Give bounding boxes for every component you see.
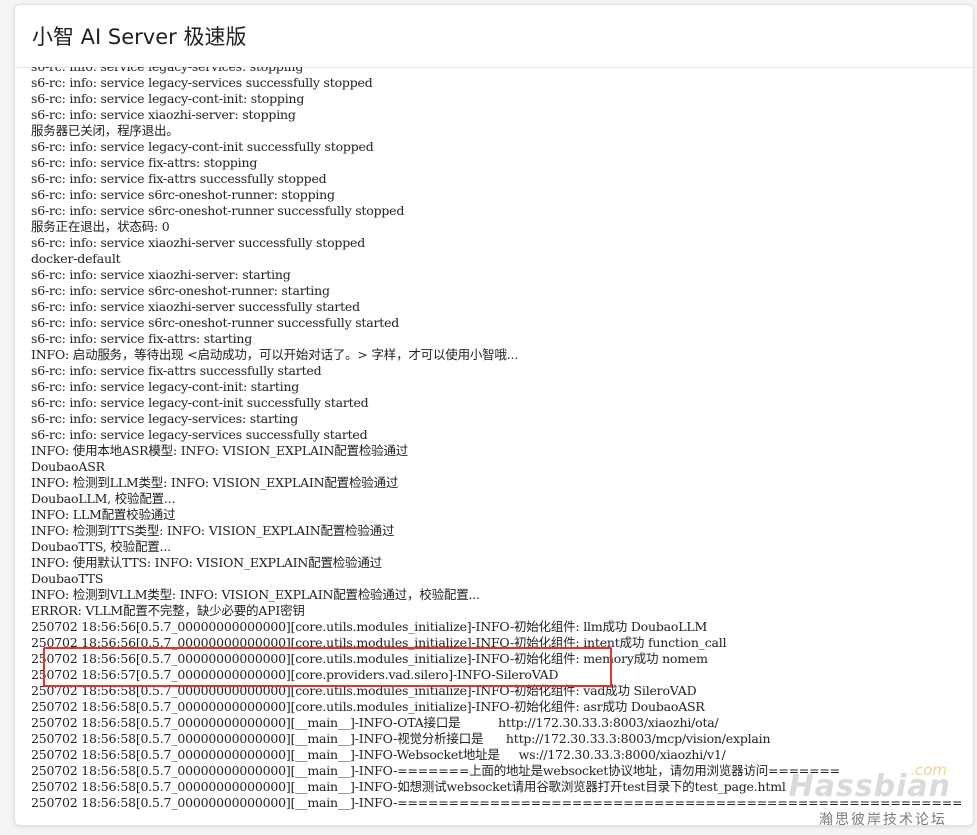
log-line: DoubaoLLM, 校验配置... — [31, 491, 176, 506]
log-line: s6-rc: info: service legacy-services: st… — [31, 67, 961, 75]
log-line: s6-rc: info: service xiaozhi-server succ… — [31, 235, 366, 250]
log-line: 250702 18:56:56[0.5.7_00000000000000][co… — [31, 619, 708, 634]
log-line: s6-rc: info: service legacy-services: st… — [31, 411, 299, 426]
card-header: 小智 AI Server 极速版 — [15, 5, 973, 68]
log-line: docker-default — [31, 251, 121, 266]
log-line: 250702 18:56:58[0.5.7_00000000000000][__… — [31, 715, 719, 730]
log-lines: s6-rc: info: service legacy-services: st… — [31, 67, 961, 811]
log-line: s6-rc: info: service legacy-cont-init su… — [31, 395, 369, 410]
log-line: s6-rc: info: service s6rc-oneshot-runner… — [31, 283, 330, 298]
log-line: 服务正在退出，状态码: 0 — [31, 219, 170, 234]
log-line: s6-rc: info: service s6rc-oneshot-runner… — [31, 203, 405, 218]
site-watermark: Hassbian .com 瀚思彼岸技术论坛 — [781, 761, 951, 826]
log-line: 250702 18:56:58[0.5.7_00000000000000][co… — [31, 699, 705, 714]
log-line: s6-rc: info: service fix-attrs successfu… — [31, 171, 327, 186]
log-line: s6-rc: info: service fix-attrs successfu… — [31, 363, 322, 378]
log-line: s6-rc: info: service legacy-cont-init su… — [31, 139, 374, 154]
log-line: 250702 18:56:56[0.5.7_00000000000000][co… — [31, 635, 727, 650]
log-line: s6-rc: info: service legacy-services suc… — [31, 75, 373, 90]
log-line: s6-rc: info: service fix-attrs: starting — [31, 331, 253, 346]
log-line: INFO: 使用默认TTS: INFO: VISION_EXPLAIN配置检验通… — [31, 555, 382, 570]
log-line: 服务器已关闭，程序退出。 — [31, 123, 179, 138]
log-line: INFO: 检测到LLM类型: INFO: VISION_EXPLAIN配置检验… — [31, 475, 399, 490]
log-line: s6-rc: info: service legacy-cont-init: s… — [31, 91, 305, 106]
log-line: DoubaoASR — [31, 459, 105, 474]
log-line: s6-rc: info: service legacy-services suc… — [31, 427, 368, 442]
watermark-subtitle: 瀚思彼岸技术论坛 — [819, 812, 947, 826]
log-line: INFO: 使用本地ASR模型: INFO: VISION_EXPLAIN配置检… — [31, 443, 409, 458]
log-line: s6-rc: info: service s6rc-oneshot-runner… — [31, 315, 400, 330]
page-title: 小智 AI Server 极速版 — [32, 25, 247, 49]
log-line: s6-rc: info: service xiaozhi-server: sto… — [31, 107, 296, 122]
log-line: DoubaoTTS, 校验配置... — [31, 539, 171, 554]
log-line: INFO: 检测到VLLM类型: INFO: VISION_EXPLAIN配置检… — [31, 587, 480, 602]
log-line: 250702 18:56:56[0.5.7_00000000000000][co… — [31, 651, 708, 666]
log-line: 250702 18:56:58[0.5.7_00000000000000][__… — [31, 731, 771, 746]
log-line: ERROR: VLLM配置不完整，缺少必要的API密钥 — [31, 603, 305, 618]
server-log-card: 小智 AI Server 极速版 s6-rc: info: service le… — [14, 4, 974, 826]
log-line: INFO: LLM配置校验通过 — [31, 507, 176, 522]
log-line: s6-rc: info: service s6rc-oneshot-runner… — [31, 187, 335, 202]
log-line: s6-rc: info: service xiaozhi-server: sta… — [31, 267, 291, 282]
log-line: s6-rc: info: service fix-attrs: stopping — [31, 155, 258, 170]
log-line: s6-rc: info: service xiaozhi-server succ… — [31, 299, 360, 314]
log-line: DoubaoTTS — [31, 571, 104, 586]
log-line: 250702 18:56:58[0.5.7_00000000000000][co… — [31, 683, 697, 698]
watermark-domain-suffix: .com — [910, 761, 947, 779]
log-line: s6-rc: info: service legacy-cont-init: s… — [31, 379, 300, 394]
log-line: 250702 18:56:58[0.5.7_00000000000000][__… — [31, 747, 726, 762]
log-output[interactable]: s6-rc: info: service legacy-services: st… — [31, 67, 961, 823]
log-line: INFO: 检测到TTS类型: INFO: VISION_EXPLAIN配置检验… — [31, 523, 395, 538]
log-line: INFO: 启动服务，等待出现 <启动成功，可以开始对话了。> 字样，才可以使用… — [31, 347, 519, 362]
log-line: 250702 18:56:57[0.5.7_00000000000000][co… — [31, 667, 559, 682]
